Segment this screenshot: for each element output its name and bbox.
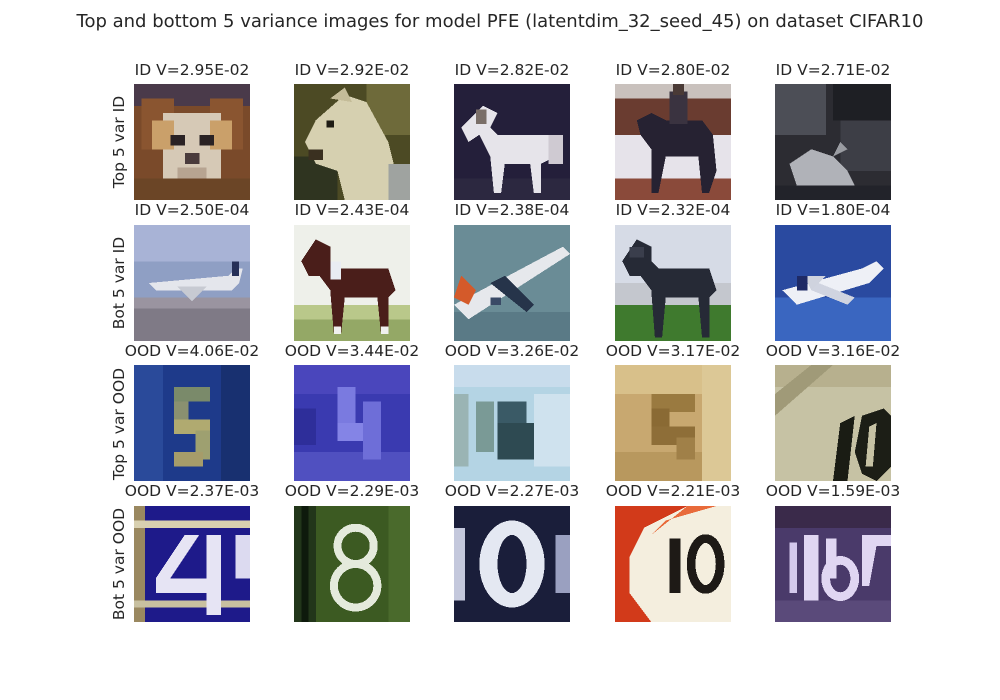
figure-title: Top and bottom 5 variance images for mod… [76, 11, 924, 32]
blurry-digit-pale-thumbnail [454, 365, 570, 481]
horse-head-thumbnail [294, 84, 410, 200]
cat-dark-thumbnail [775, 84, 891, 200]
blurry-digit-5-thumbnail [134, 365, 250, 481]
cell-title: OOD V=3.26E-02 [444, 342, 580, 360]
cell-title: ID V=2.43E-04 [294, 201, 410, 219]
cell-title: ID V=2.80E-02 [615, 61, 731, 79]
cell-title: OOD V=1.59E-03 [765, 482, 901, 500]
cell-title: OOD V=2.21E-03 [605, 482, 741, 500]
cell-title: ID V=2.38E-04 [454, 201, 570, 219]
cell-title: OOD V=3.17E-02 [605, 342, 741, 360]
cell-title: OOD V=2.27E-03 [444, 482, 580, 500]
brown-horse-thumbnail [294, 225, 410, 341]
horse-rider-thumbnail [615, 84, 731, 200]
digit-10-thumbnail [775, 365, 891, 481]
cell-title: ID V=2.82E-02 [454, 61, 570, 79]
dark-horse-thumbnail [615, 225, 731, 341]
blurry-digit-tan-thumbnail [615, 365, 731, 481]
cell-title: ID V=2.71E-02 [775, 61, 891, 79]
digit-4-blue-thumbnail [134, 506, 250, 622]
cell-title: OOD V=2.29E-03 [284, 482, 420, 500]
cell-title: ID V=2.50E-04 [134, 201, 250, 219]
digit-8-green-thumbnail [294, 506, 410, 622]
cell-title: ID V=2.92E-02 [294, 61, 410, 79]
cell-title: ID V=2.32E-04 [615, 201, 731, 219]
cell-title: OOD V=2.37E-03 [124, 482, 260, 500]
airliner-thumbnail [134, 225, 250, 341]
digit-16-purple-thumbnail [775, 506, 891, 622]
dog-face-thumbnail [134, 84, 250, 200]
blurry-digit-4-thumbnail [294, 365, 410, 481]
cell-title: OOD V=3.16E-02 [765, 342, 901, 360]
row-label-top-ood: Top 5 var OOD [110, 367, 128, 481]
airplane-tilted-thumbnail [454, 225, 570, 341]
cell-title: OOD V=3.44E-02 [284, 342, 420, 360]
cell-title: OOD V=4.06E-02 [124, 342, 260, 360]
row-label-top-id: Top 5 var ID [110, 95, 128, 189]
digit-10-red-sign-thumbnail [615, 506, 731, 622]
digit-0-navy-thumbnail [454, 506, 570, 622]
row-label-bot-id: Bot 5 var ID [110, 236, 128, 330]
row-label-bot-ood: Bot 5 var OOD [110, 507, 128, 621]
cell-title: ID V=1.80E-04 [775, 201, 891, 219]
white-horse-thumbnail [454, 84, 570, 200]
airliner-blue-sky-thumbnail [775, 225, 891, 341]
cell-title: ID V=2.95E-02 [134, 61, 250, 79]
